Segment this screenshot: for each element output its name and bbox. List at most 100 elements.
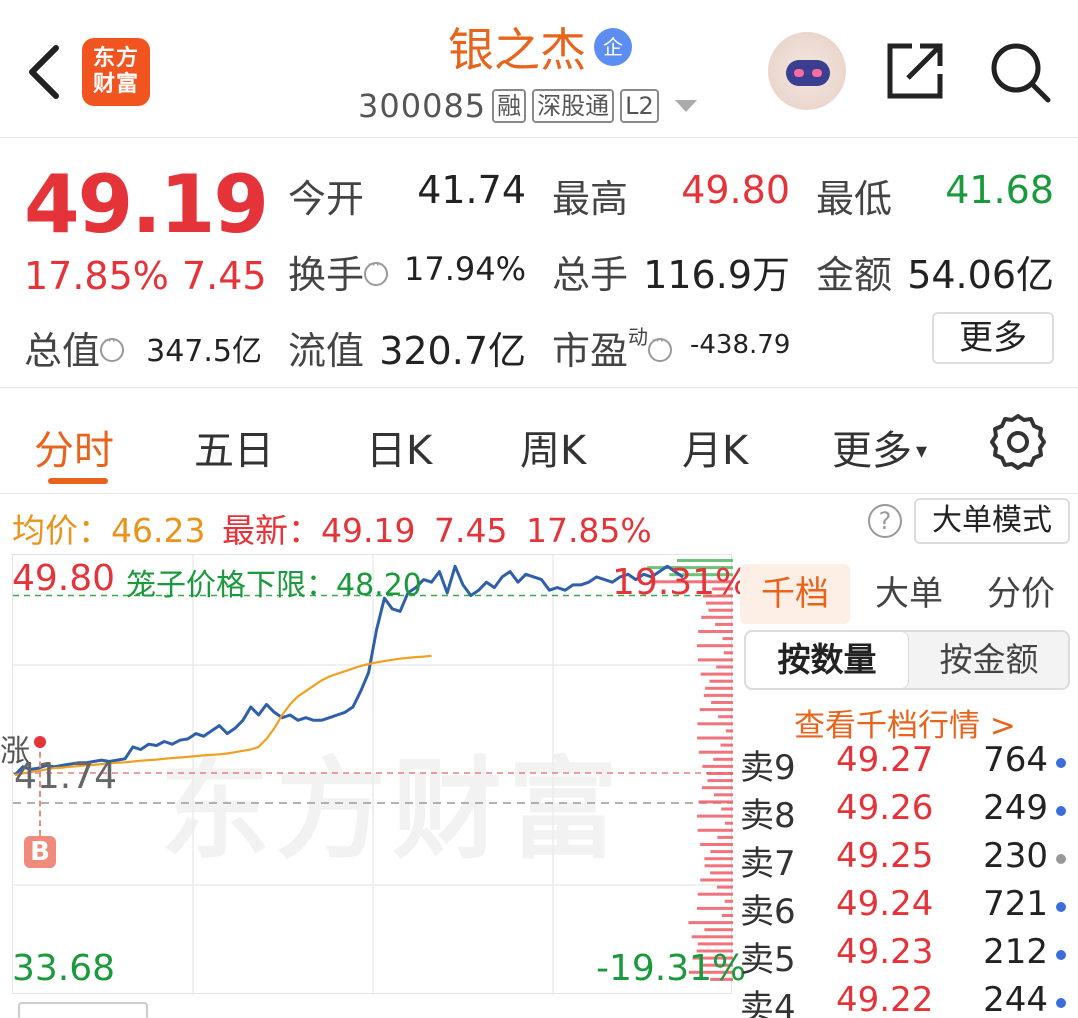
depth-bar [698,750,733,754]
avg-label: 均价： [12,511,111,550]
mktcap-label[interactable]: 总值 [24,320,125,375]
depth-bar [710,850,733,854]
stock-name[interactable]: 银之杰 [448,14,586,80]
ask-volume: 212 [983,932,1048,972]
depth-bar [725,729,733,733]
tag-margin: 融 [492,89,527,123]
order-dot-icon [1056,902,1066,912]
ask-level-label: 卖6 [740,892,796,932]
pe-label[interactable]: 市盈动 [552,320,673,375]
pct-axis-max: 19.31% [612,562,750,603]
back-arrow-icon[interactable] [22,40,66,104]
depth-bar [721,807,733,811]
depth-bar [724,899,733,903]
current-price: 49.19 [24,158,269,251]
ask-level-label: 卖5 [740,940,796,980]
ask-row[interactable]: 卖5 49.23 212 [734,932,1078,980]
depth-bar [715,622,733,626]
order-dot-icon [1056,950,1066,960]
depth-bar [701,786,733,790]
y-axis-max: 49.80 [12,558,116,599]
depth-bar [709,679,733,683]
ask-row[interactable]: 卖4 49.22 244 [734,980,1078,1018]
buy-marker[interactable]: B [24,836,56,868]
depth-bar [723,651,733,655]
buy-marker-line [39,742,41,836]
latest-percent: 17.85% [525,511,652,550]
enterprise-badge-icon[interactable]: 企 [594,28,632,66]
by-quantity-button[interactable]: 按数量 [746,632,908,688]
chart-info-text: 均价：46.23 最新：49.19 7.45 17.85% [12,504,652,552]
avg-value: 46.23 [111,511,206,550]
depth-bar [706,772,733,775]
ask-row[interactable]: 卖7 49.25 230 [734,836,1078,884]
tab-five-day[interactable]: 五日 [194,418,274,476]
ask-level-label: 卖7 [740,844,796,884]
top-header: 东方 财富 银之杰企 300085 融 深股通 L2 [0,0,1078,138]
depth-bar [697,658,733,662]
info-icon[interactable] [100,331,125,362]
ask-row[interactable]: 卖9 49.27 764 [734,740,1078,788]
depth-bar [724,821,733,825]
ask-row[interactable]: 卖8 49.26 249 [734,788,1078,836]
tab-thousand-level[interactable]: 千档 [740,564,850,624]
tab-big-order[interactable]: 大单 [854,564,964,624]
depth-bar [700,878,733,882]
volume-strip-box [18,1002,148,1018]
intraday-chart[interactable] [12,554,733,995]
ask-volume: 244 [983,980,1048,1018]
depth-bar [707,779,733,783]
depth-bar [701,615,733,619]
info-icon[interactable] [364,255,389,286]
info-icon[interactable] [648,331,673,362]
tab-intraday[interactable]: 分时 [34,418,114,476]
ask-level-label: 卖4 [740,988,796,1018]
depth-bar [713,757,733,761]
tab-more[interactable]: 更多 ▾ [832,418,927,476]
ask-price: 49.22 [836,980,934,1018]
tab-price-split[interactable]: 分价 [966,564,1076,624]
stock-code-row[interactable]: 300085 融 深股通 L2 [358,86,697,126]
help-icon[interactable]: ? [868,504,902,538]
float-value: 320.7亿 [379,329,526,373]
low-value: 41.68 [945,168,1054,212]
robot-eye-right [812,69,822,77]
turnover-label-text: 换手 [288,253,365,297]
dropdown-caret-icon[interactable] [674,100,697,112]
order-dot-icon [1056,758,1066,768]
share-icon[interactable] [886,40,946,100]
ask-volume: 249 [983,788,1048,828]
by-amount-button[interactable]: 按金额 [908,632,1070,688]
gear-icon[interactable] [988,412,1048,472]
big-order-mode-button[interactable]: 大单模式 [914,498,1070,544]
tab-monthly-k[interactable]: 月K [682,418,748,476]
title-area: 银之杰企 [300,14,780,80]
depth-bar [710,871,733,875]
depth-bar [705,686,733,690]
volume-value: 116.9万 [643,253,790,297]
ask-volume: 764 [983,740,1048,780]
depth-bar [697,942,733,946]
buy-marker-dot [34,736,46,748]
view-thousand-level-link[interactable]: 查看千档行情 > [794,700,1016,745]
intraday-chart-svg [13,555,733,995]
more-button[interactable]: 更多 [932,312,1054,364]
low-label: 最低 [816,177,893,221]
ask-row[interactable]: 卖6 49.24 721 [734,884,1078,932]
y-axis-min: 33.68 [12,948,116,989]
depth-bar [704,864,733,868]
search-icon[interactable] [988,40,1052,104]
ask-level-label: 卖9 [740,748,796,788]
ask-price: 49.27 [836,740,934,780]
tab-weekly-k[interactable]: 周K [520,418,586,476]
volume-label: 总手 [552,253,629,297]
pe-sup: 动 [628,325,649,350]
tab-daily-k[interactable]: 日K [366,418,432,476]
ask-volume: 721 [983,884,1048,924]
assistant-robot-icon[interactable] [768,32,846,110]
open-value: 41.74 [417,168,526,212]
depth-bar [720,743,733,747]
turnover-label[interactable]: 换手 [288,244,389,299]
stock-code: 300085 [358,87,487,125]
app-logo[interactable]: 东方 财富 [82,38,150,106]
